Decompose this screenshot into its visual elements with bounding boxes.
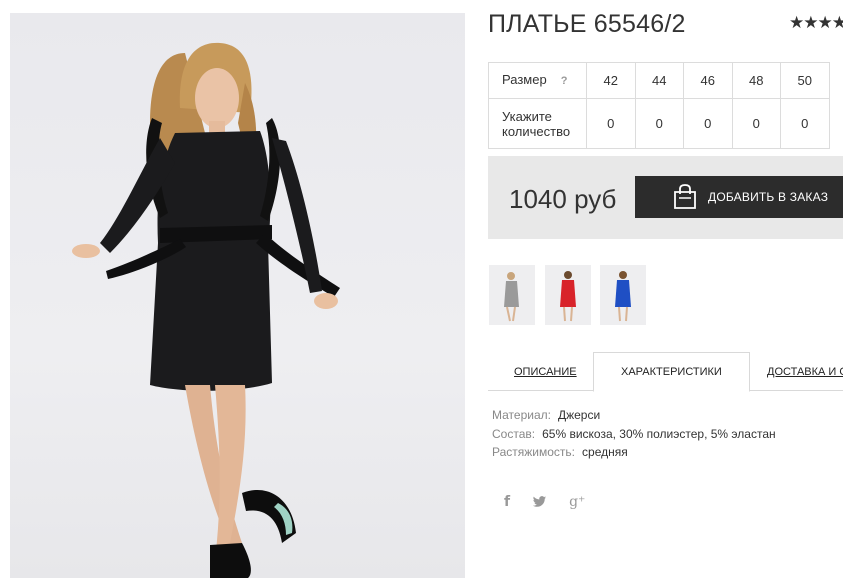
tab-description-label: ОПИСАНИЕ <box>514 366 577 378</box>
product-price: 1040 руб <box>509 184 617 214</box>
thumb-red-dress-image <box>560 271 576 322</box>
thumb-red-dress[interactable] <box>545 265 591 325</box>
price-panel: 1040 руб ДОБАВИТЬ В ЗАКАЗ <box>488 156 843 239</box>
product-tabs: ОПИСАНИЕ ХАРАКТЕРИСТИКИ ДОСТАВКА И О <box>488 352 843 392</box>
product-title: ПЛАТЬЕ 65546/2 <box>488 10 686 38</box>
characteristic-key: Растяжимость: <box>492 445 576 459</box>
size-42: 42 <box>586 62 636 99</box>
characteristics-list: Материал: Джерси Состав: 65% вискоза, 30% … <box>492 406 776 462</box>
size-row: Размер? 42 44 46 48 50 <box>488 62 830 99</box>
social-share: f g⁺ <box>504 494 585 510</box>
quantity-label: Укажите количество <box>488 98 587 149</box>
size-48: 48 <box>731 62 781 99</box>
quantity-input-50[interactable]: 0 <box>780 98 830 149</box>
thumb-blue-dress[interactable] <box>600 265 646 325</box>
size-help-icon[interactable]: ? <box>561 75 568 87</box>
tab-delivery-label: ДОСТАВКА И О <box>767 366 843 378</box>
size-44: 44 <box>634 62 684 99</box>
size-50: 50 <box>780 62 830 99</box>
tab-description[interactable]: ОПИСАНИЕ <box>514 352 577 392</box>
characteristic-key: Состав: <box>492 426 536 441</box>
rating-stars[interactable]: ★★★★ <box>789 13 843 33</box>
size-label-cell: Размер? <box>488 62 587 99</box>
characteristic-key: Материал: <box>492 408 551 422</box>
quantity-input-48[interactable]: 0 <box>731 98 781 149</box>
add-to-order-label: ДОБАВИТЬ В ЗАКАЗ <box>708 190 829 204</box>
shopping-bag-icon <box>674 184 696 209</box>
characteristic-value: Джерси <box>557 408 601 422</box>
characteristic-row: Материал: Джерси <box>492 406 776 425</box>
googleplus-icon[interactable]: g⁺ <box>569 494 585 510</box>
thumb-grey-dress-image <box>504 272 519 322</box>
quantity-input-42[interactable]: 0 <box>586 98 636 149</box>
quantity-input-44[interactable]: 0 <box>634 98 684 149</box>
characteristic-row: Растяжимость: средняя <box>492 443 776 462</box>
thumb-blue-dress-image <box>615 271 631 322</box>
add-to-order-button[interactable]: ДОБАВИТЬ В ЗАКАЗ <box>635 176 843 218</box>
tab-delivery[interactable]: ДОСТАВКА И О <box>767 352 843 392</box>
characteristic-value: 65% вискоза, 30% полиэстер, 5% эластан <box>542 426 776 441</box>
product-main-photo[interactable] <box>10 13 465 578</box>
tab-characteristics[interactable]: ХАРАКТЕРИСТИКИ <box>593 352 750 392</box>
thumb-grey-dress[interactable] <box>489 265 535 325</box>
characteristic-value: средняя <box>582 445 628 459</box>
size-label: Размер <box>502 72 547 87</box>
quantity-row: Укажите количество 0 0 0 0 0 <box>488 98 830 149</box>
size-quantity-table: Размер? 42 44 46 48 50 Укажите количеств… <box>488 62 830 149</box>
tab-characteristics-label: ХАРАКТЕРИСТИКИ <box>621 366 722 378</box>
model-figure-illustration <box>72 42 340 578</box>
characteristic-row: Состав: 65% вискоза, 30% полиэстер, 5% эл… <box>492 425 776 444</box>
quantity-input-46[interactable]: 0 <box>683 98 733 149</box>
facebook-icon[interactable]: f <box>504 494 510 510</box>
twitter-icon[interactable] <box>532 496 547 508</box>
size-46: 46 <box>683 62 733 99</box>
